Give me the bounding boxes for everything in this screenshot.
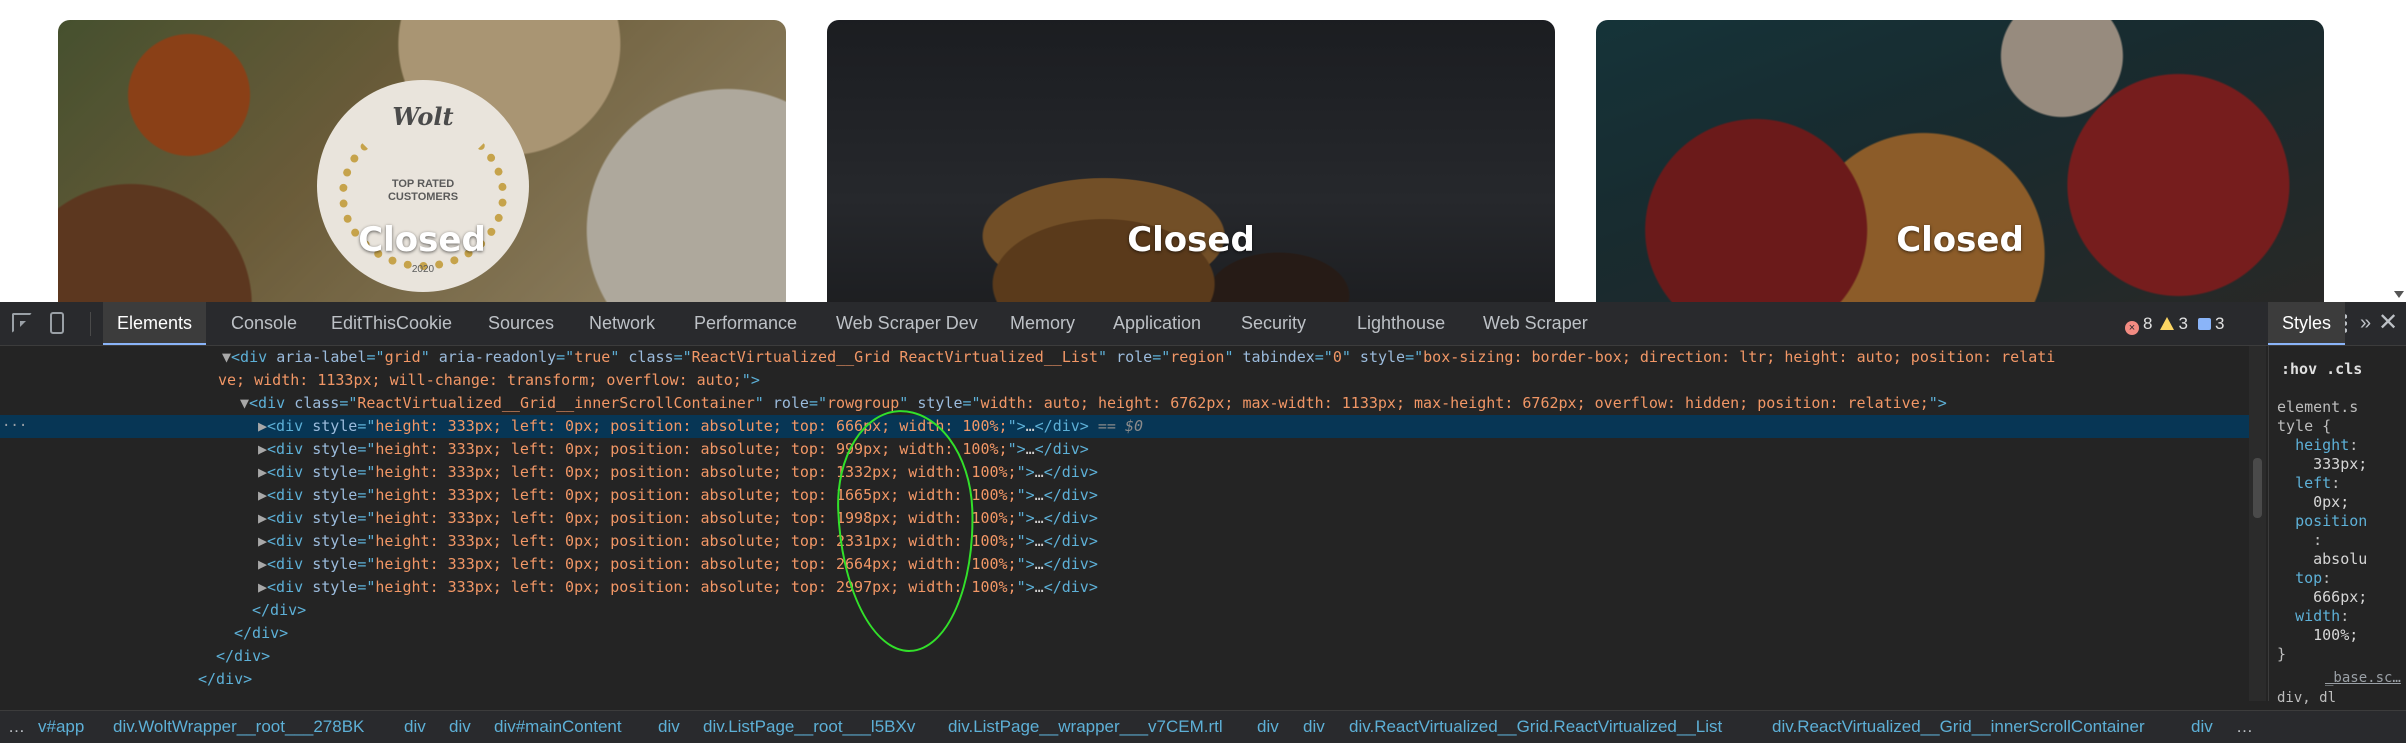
restaurant-card[interactable]: Closed [1596,20,2324,302]
tab-elements[interactable]: Elements [103,302,207,345]
breadcrumb-item[interactable]: div [1303,711,1325,742]
stylesheet-selector: div, dl [2277,690,2337,706]
breadcrumb-item[interactable]: div [404,711,426,742]
warning-count: 3 [2178,314,2188,333]
tab-memory[interactable]: Memory [996,302,1089,345]
page-scrollbar[interactable] [2392,0,2406,302]
error-count: 8 [2143,314,2153,333]
styles-filter[interactable]: :hov .cls [2281,360,2362,378]
dom-tree: ▼<div aria-label="grid" aria-readonly="t… [0,346,2250,701]
breadcrumb-item[interactable]: div.ReactVirtualized__Grid.ReactVirtuali… [1349,711,1722,742]
breadcrumb-item[interactable]: div.WoltWrapper__root___278BK [113,711,364,742]
tab-console[interactable]: Console [217,302,311,345]
breadcrumb-item[interactable]: div [449,711,471,742]
tab-lighthouse[interactable]: Lighthouse [1343,302,1459,345]
tab-web-scraper-dev[interactable]: Web Scraper Dev [822,302,992,345]
dom-row[interactable]: ▶<div style="height: 333px; left: 0px; p… [0,553,2250,576]
tab-sources[interactable]: Sources [474,302,568,345]
top-rated-badge: Wolt TOP RATED CUSTOMERS 2020 [317,80,529,292]
dom-row[interactable]: ▶<div style="height: 333px; left: 0px; p… [0,576,2250,599]
dom-row[interactable]: ▶<div style="height: 333px; left: 0px; p… [0,507,2250,530]
tab-performance[interactable]: Performance [680,302,811,345]
dom-row[interactable]: ▶<div style="height: 333px; left: 0px; p… [0,484,2250,507]
breadcrumb-item[interactable]: div [1257,711,1279,742]
warning-icon [2160,317,2175,330]
dom-row-selected[interactable]: ··· ▶<div style="height: 333px; left: 0px… [0,415,2250,438]
breadcrumb-item[interactable]: div.ListPage__root___l5BXv [703,711,915,742]
dom-row[interactable]: ▶<div style="height: 333px; left: 0px; p… [0,530,2250,553]
dom-row[interactable]: ▶<div style="height: 333px; left: 0px; p… [0,461,2250,484]
breadcrumb-item[interactable]: v#app [38,711,84,742]
dom-closing-tag[interactable]: </div> [0,622,2250,645]
close-icon[interactable]: ✕ [2378,311,2398,335]
device-toolbar-icon[interactable] [50,312,64,334]
stylesheet-link[interactable]: _base.sc… [2325,670,2401,686]
divider [90,312,91,336]
breadcrumb-item[interactable]: div#mainContent [494,711,622,742]
message-icon [2197,318,2211,330]
breadcrumb-overflow[interactable]: … [8,711,25,742]
devtools-panel: Elements Console EditThisCookie Sources … [0,302,2406,743]
breadcrumb-overflow[interactable]: … [2236,711,2253,742]
dom-node-line[interactable]: ▼<div class="ReactVirtualized__Grid__inn… [0,392,2250,415]
scroll-down-arrow-icon[interactable] [2394,291,2404,298]
tab-editthiscookie[interactable]: EditThisCookie [317,302,466,345]
inspect-element-icon[interactable] [12,313,32,333]
restaurant-list-page: Wolt TOP RATED CUSTOMERS 2020 Closed Clos… [0,0,2406,302]
dom-closing-tag[interactable]: </div> [0,599,2250,622]
styles-pane: :hov .cls element.s tyle { height: 333px… [2268,346,2406,706]
issue-counters[interactable]: × 8 3 3 [2125,302,2224,345]
breadcrumb-item[interactable]: div [658,711,680,742]
scrollbar-thumb[interactable] [2253,458,2262,518]
tab-security[interactable]: Security [1227,302,1320,345]
dom-closing-tag[interactable]: </div> [0,645,2250,668]
breadcrumb-item[interactable]: div.ReactVirtualized__Grid__innerScrollC… [1772,711,2145,742]
badge-year: 2020 [411,264,435,275]
restaurant-card[interactable]: Wolt TOP RATED CUSTOMERS 2020 Closed [58,20,786,302]
element-style-rule[interactable]: element.s tyle { height: 333px; left: 0p… [2277,398,2367,664]
dom-closing-tag[interactable]: </div> [0,668,2250,691]
tab-web-scraper[interactable]: Web Scraper [1469,302,1602,345]
dom-node-line[interactable]: ▼<div aria-label="grid" aria-readonly="t… [0,346,2250,369]
dom-node-line[interactable]: ve; width: 1133px; will-change: transfor… [0,369,2250,392]
dom-row[interactable]: ▶<div style="height: 333px; left: 0px; p… [0,438,2250,461]
breadcrumb: … v#app div.WoltWrapper__root___278BK di… [0,710,2406,743]
closed-label: Closed [1896,220,2024,260]
error-icon: × [2125,321,2139,335]
closed-label: Closed [358,220,486,260]
closed-label: Closed [1127,220,1255,260]
devtools-tabbar: Elements Console EditThisCookie Sources … [0,302,2406,346]
more-tabs-chevron-icon[interactable]: » [2360,302,2371,345]
message-count: 3 [2214,314,2225,333]
breadcrumb-item[interactable]: div [2191,711,2213,742]
restaurant-card[interactable]: Closed [827,20,1555,302]
badge-text: TOP RATED CUSTOMERS [387,178,459,203]
tab-application[interactable]: Application [1099,302,1215,345]
tab-styles[interactable]: Styles [2268,302,2346,345]
breadcrumb-item[interactable]: div.ListPage__wrapper___v7CEM.rtl [948,711,1223,742]
dom-scrollbar[interactable] [2249,346,2266,701]
tab-network[interactable]: Network [575,302,669,345]
